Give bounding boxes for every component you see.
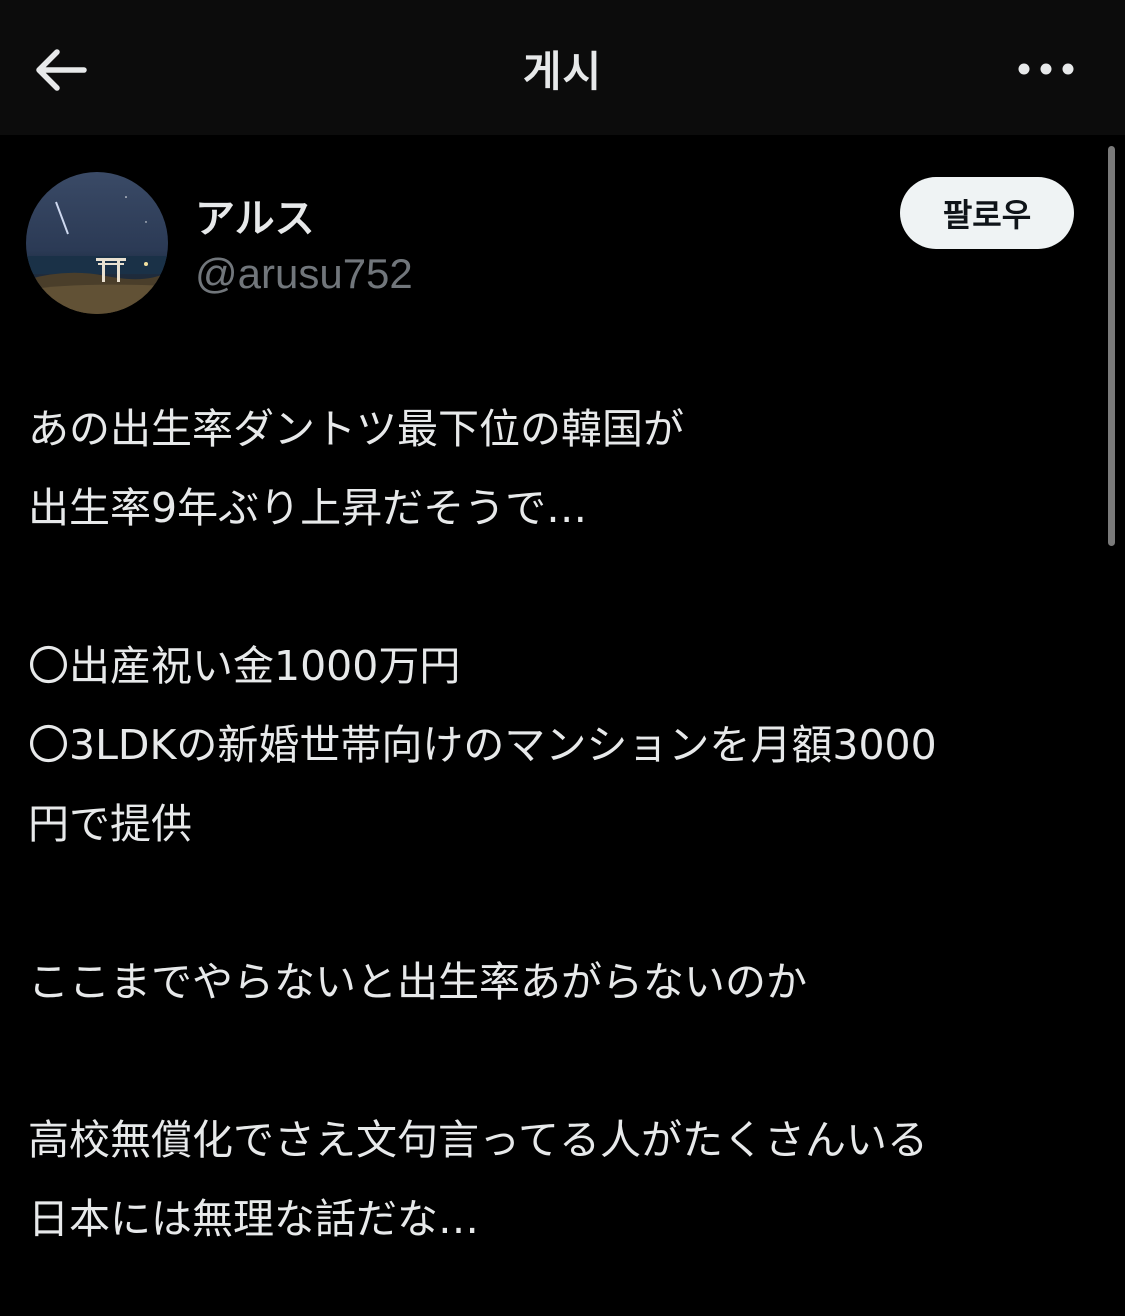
post-line: あの出生率ダントツ最下位の韓国が [28, 405, 684, 453]
top-app-bar: 게시 [0, 0, 1125, 135]
author-handle[interactable]: @arusu752 [195, 250, 413, 298]
more-horizontal-icon [1018, 63, 1074, 75]
post-line: ここまでやらないと出生率あがらないのか [28, 958, 807, 1006]
post-line: 〇出産祝い金1000万円 [28, 642, 461, 690]
post-line: 出生率9年ぶり上昇だそうで… [28, 484, 588, 532]
post-line: 高校無償化でさえ文句言ってる人がたくさんいる [28, 1116, 928, 1164]
page-title: 게시 [522, 47, 603, 96]
follow-button[interactable]: 팔로우 [900, 177, 1074, 249]
post-line: 日本には無理な話だな… [28, 1195, 479, 1243]
more-options-button[interactable] [1011, 44, 1081, 94]
scrollbar[interactable] [1108, 146, 1115, 546]
post-text: あの出生率ダントツ最下位の韓国が 出生率9年ぶり上昇だそうで… 〇出産祝い金10… [28, 390, 1098, 1259]
post-line: 円で提供 [28, 800, 192, 848]
avatar-image [26, 172, 168, 314]
author-display-name[interactable]: アルス [195, 186, 315, 244]
avatar[interactable] [26, 172, 168, 314]
post-line: 〇3LDKの新婚世帯向けのマンションを月額3000 [28, 721, 937, 769]
